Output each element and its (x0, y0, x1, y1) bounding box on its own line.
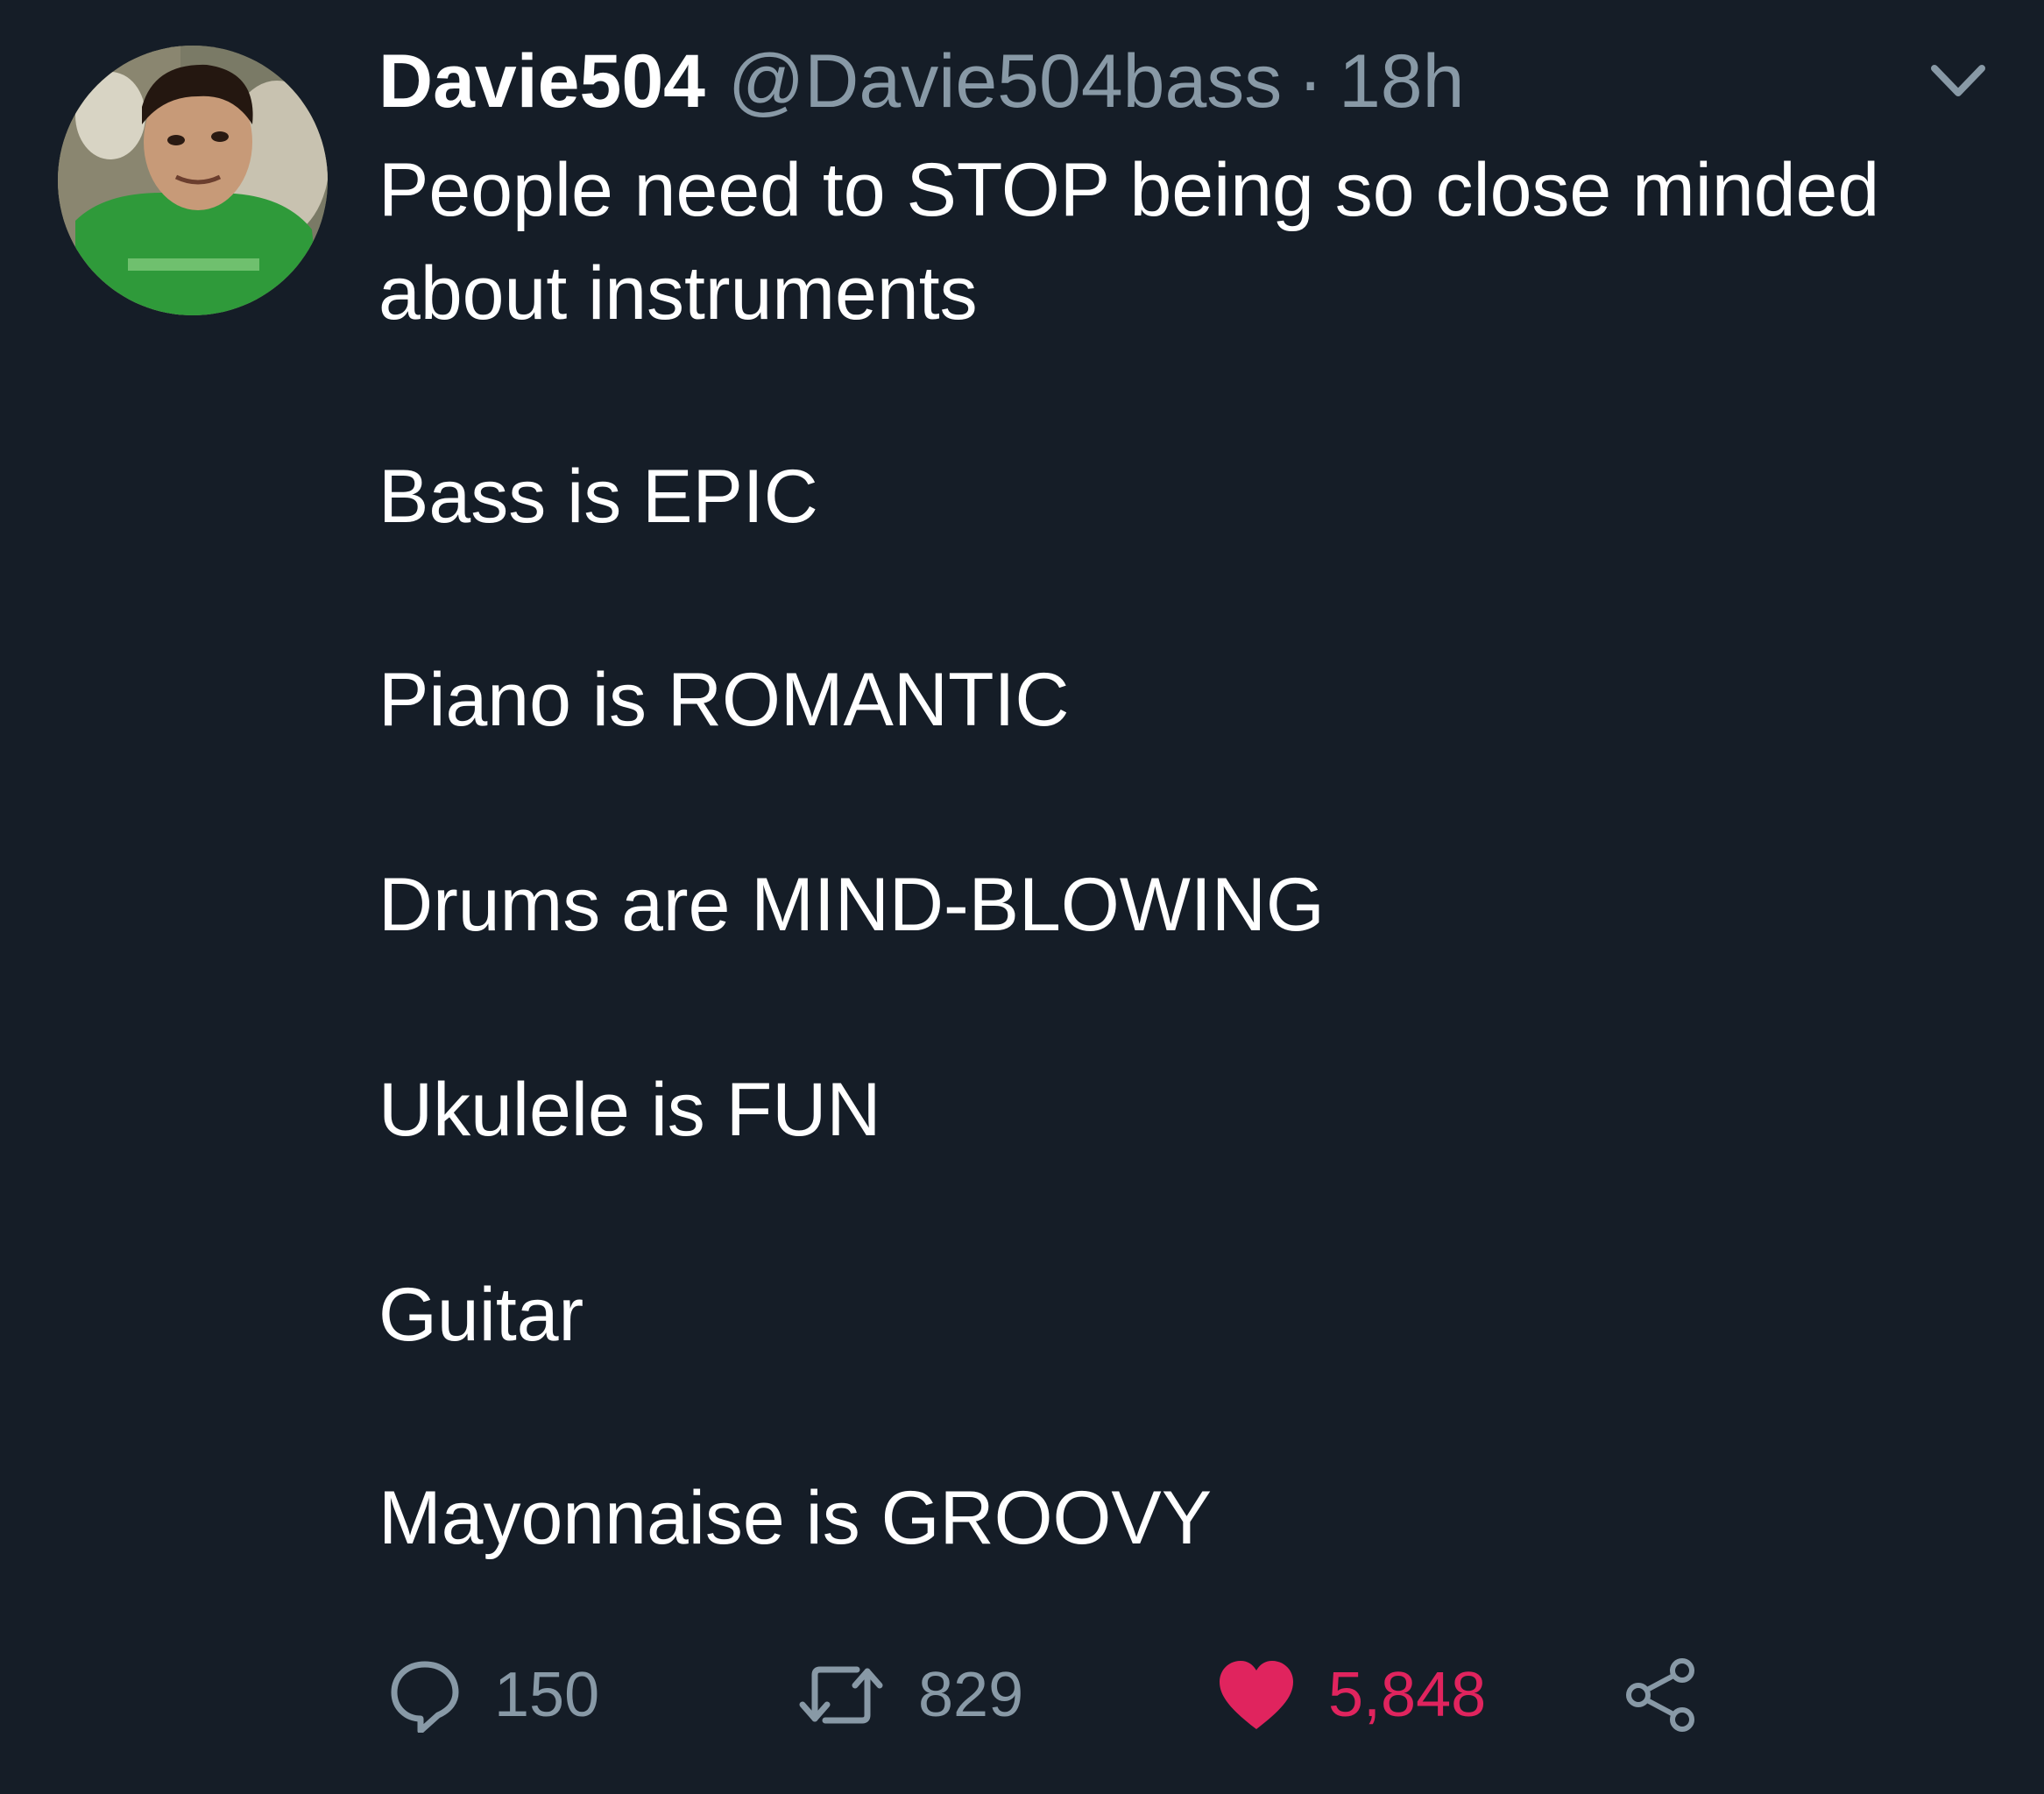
tweet-header: Davie504 @Davie504bass · 18h (378, 33, 1464, 130)
tweet-text-line: Drums are MIND-BLOWING (378, 863, 1325, 947)
more-options-button[interactable] (1927, 60, 1989, 103)
tweet-text-line: Mayonnaise is GROOVY (378, 1476, 1213, 1560)
tweet: Davie504 @Davie504bass · 18h People need… (0, 0, 2044, 1794)
retweet-icon (799, 1666, 883, 1724)
tweet-text-line: Piano is ROMANTIC (378, 658, 1070, 742)
reply-icon (391, 1661, 459, 1733)
avatar-image (58, 46, 328, 315)
share-button[interactable] (1621, 1647, 1701, 1743)
separator: · (1298, 39, 1323, 124)
user-handle[interactable]: @Davie504bass (728, 33, 1282, 130)
tweet-actions: 150 829 5,848 (378, 1647, 1780, 1743)
display-name[interactable]: Davie504 (378, 33, 705, 130)
retweet-button[interactable]: 829 (796, 1647, 1023, 1743)
chevron-down-icon (1931, 65, 1985, 96)
avatar[interactable] (58, 46, 328, 315)
retweet-count: 829 (918, 1660, 1024, 1730)
reply-button[interactable]: 150 (387, 1647, 599, 1743)
tweet-text-line: about instruments (378, 251, 978, 335)
share-icon (1626, 1658, 1694, 1732)
timestamp[interactable]: 18h (1339, 33, 1465, 130)
tweet-text-line: Ukulele is FUN (378, 1068, 881, 1152)
reply-count: 150 (494, 1660, 600, 1730)
tweet-text-line: Guitar (378, 1273, 584, 1357)
tweet-text-line: Bass is EPIC (378, 455, 818, 539)
heart-icon (1220, 1661, 1293, 1729)
like-count: 5,848 (1328, 1660, 1487, 1730)
tweet-text-line: People need to STOP being so close minde… (378, 148, 1880, 232)
like-button[interactable]: 5,848 (1216, 1647, 1486, 1743)
